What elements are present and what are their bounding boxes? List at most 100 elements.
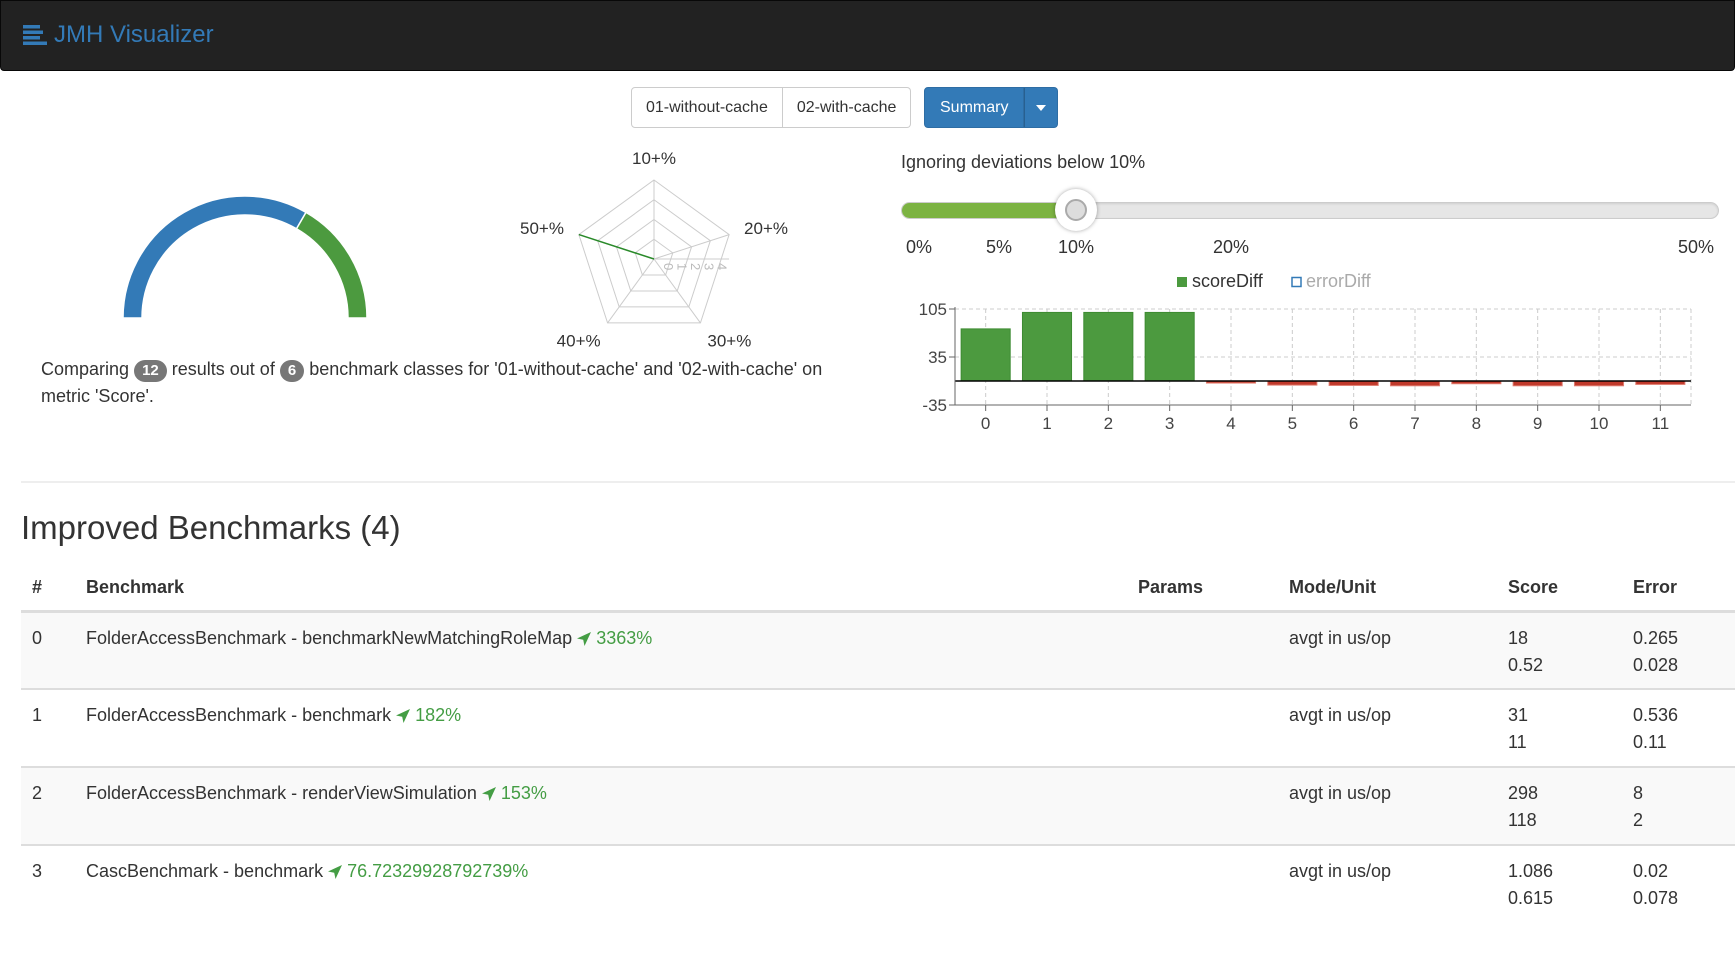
row-index: 0 [21,611,86,690]
benchmark-name[interactable]: FolderAccessBenchmark - renderViewSimula… [86,783,477,803]
deviation-slider[interactable] [901,202,1719,219]
improved-benchmarks-table: # Benchmark Params Mode/Unit Score Error… [21,566,1735,923]
improvement-arrow-icon [481,787,496,801]
x-tick-label: 10 [1590,414,1609,433]
table-row[interactable]: 3 CascBenchmark - benchmark 76.7232992879… [21,845,1735,923]
row-index: 1 [21,689,86,768]
error-after: 2 [1633,810,1644,830]
slider-tick-0[interactable]: 0% [906,237,932,258]
header-params[interactable]: Params [1138,566,1289,613]
row-index-text: 3 [32,861,43,881]
row-benchmark: FolderAccessBenchmark - benchmark 182% [86,689,1138,768]
legend-swatch-errordiff[interactable] [1291,276,1302,288]
benchmark-name[interactable]: FolderAccessBenchmark - benchmarkNewMatc… [86,628,572,648]
bar-3[interactable] [1144,311,1195,382]
error-before: 0.265 [1633,627,1679,648]
table-row[interactable]: 2 FolderAccessBenchmark - renderViewSimu… [21,767,1735,846]
results-count-badge: 12 [134,360,167,382]
benchmark-name[interactable]: CascBenchmark - benchmark [86,861,323,881]
row-error: 0.536 0.11 [1633,689,1735,768]
row-index-text: 2 [32,783,43,803]
row-params [1138,611,1289,690]
legend-label-errordiff[interactable]: errorDiff [1306,271,1372,291]
x-tick-label: 4 [1226,414,1235,433]
table-header-row: # Benchmark Params Mode/Unit Score Error [21,566,1735,613]
benchmark-name[interactable]: FolderAccessBenchmark - benchmark [86,705,391,725]
header-error[interactable]: Error [1633,566,1735,613]
row-params [1138,689,1289,768]
run-button-01[interactable]: 01-without-cache [631,87,783,128]
change-percent: 153% [500,783,547,803]
bar-2[interactable] [1083,311,1134,382]
slider-tick-10[interactable]: 10% [1058,237,1094,258]
x-tick-label: 0 [981,414,990,433]
gauge-segment-improved [295,211,368,319]
bar-0[interactable] [960,328,1011,382]
error-after: 0.028 [1633,654,1679,675]
slider-handle-knob [1065,199,1087,221]
x-tick-label: 11 [1652,414,1670,433]
section-title: Improved Benchmarks (4) [21,509,401,546]
legend-label-scorediff[interactable]: scoreDiff [1192,271,1264,291]
score-before: 31 [1508,705,1529,725]
score-before: 18 [1508,627,1529,648]
header-benchmark[interactable]: Benchmark [86,566,1138,613]
radar-scale-tick: 2 [688,263,703,270]
score-before: 298 [1508,783,1539,803]
row-mode: avgt in us/op [1289,689,1508,768]
x-tick-label: 3 [1165,414,1174,433]
radar-axis-label: 50+% [520,219,564,238]
table-row[interactable]: 1 FolderAccessBenchmark - benchmark 182% … [21,689,1735,768]
error-after: 0.078 [1633,888,1679,908]
run-button-02[interactable]: 02-with-cache [782,87,912,128]
row-benchmark: CascBenchmark - benchmark 76.723299287927… [86,845,1138,923]
radar-axis-label: 10+% [632,149,676,168]
slider-tick-5[interactable]: 5% [986,237,1012,258]
table-row[interactable]: 0 FolderAccessBenchmark - benchmarkNewMa… [21,611,1735,690]
slider-tick-50[interactable]: 50% [1678,237,1714,258]
mode-unit-text: avgt in us/op [1289,783,1392,803]
radar-scale-tick: 4 [715,263,730,270]
row-index-text: 0 [32,627,43,648]
app-title: JMH Visualizer [54,21,214,48]
row-score: 31 11 [1508,689,1633,768]
x-tick-label: 9 [1533,414,1542,433]
score-before: 1.086 [1508,861,1554,881]
radar-axis [653,234,730,260]
row-error: 0.265 0.028 [1633,611,1735,690]
class-count-badge: 6 [279,360,305,382]
row-params [1138,845,1289,923]
improvement-arrow-icon [396,709,411,723]
mode-unit-text: avgt in us/op [1289,705,1392,725]
error-before: 0.02 [1633,861,1669,881]
view-dropdown-toggle[interactable] [1024,87,1059,128]
slider-handle[interactable] [1055,189,1097,231]
row-index: 3 [21,845,86,923]
header-score[interactable]: Score [1508,566,1633,613]
row-mode: avgt in us/op [1289,611,1508,690]
bar-1[interactable] [1021,311,1073,382]
section-divider [21,481,1735,483]
y-tick-label: 35 [928,348,947,367]
header-mode-unit[interactable]: Mode/Unit [1289,566,1508,613]
change-percent: 182% [415,705,462,725]
run-selector: 01-without-cache 02-with-cache [631,87,912,128]
improvement-arrow-icon [577,631,592,646]
row-score: 18 0.52 [1508,611,1633,690]
error-after: 0.11 [1633,732,1667,752]
list-bars-icon [23,25,47,45]
mode-unit-text: avgt in us/op [1289,861,1392,881]
x-tick-label: 2 [1104,414,1113,433]
x-tick-label: 1 [1042,414,1051,433]
gauge-chart [122,195,368,319]
radar-axis-label: 40+% [557,332,601,350]
slider-tick-20[interactable]: 20% [1213,237,1249,258]
legend-swatch-scorediff[interactable] [1177,277,1187,287]
error-before: 8 [1633,783,1644,803]
summary-button[interactable]: Summary [924,87,1025,128]
header-index[interactable]: # [21,566,86,613]
brand-link[interactable]: JMH Visualizer [23,21,214,49]
error-before: 0.536 [1633,705,1679,725]
row-index: 2 [21,767,86,846]
summary-prefix: Comparing [41,359,130,379]
